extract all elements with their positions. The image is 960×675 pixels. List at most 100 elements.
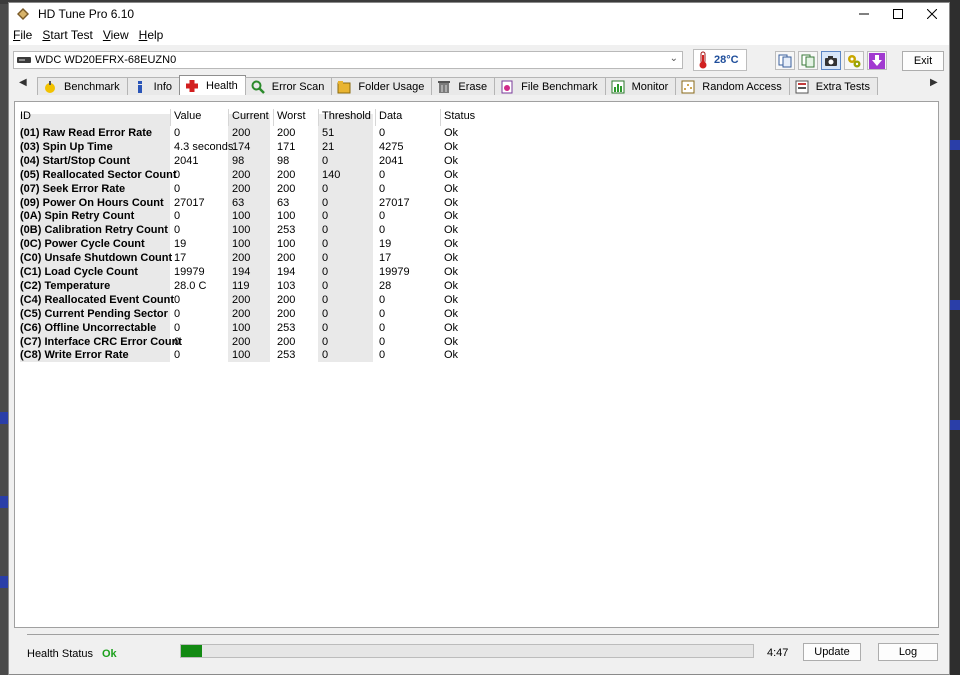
table-row[interactable]: (C4) Reallocated Event Count 0 200 200 0 0 Ok (15, 293, 575, 307)
cell-worst: 200 (277, 182, 296, 195)
cell-status: Ok (444, 154, 459, 167)
copy-all-button[interactable] (798, 51, 818, 70)
tab-erase[interactable]: Erase (431, 77, 496, 95)
cell-threshold: 0 (322, 293, 329, 306)
error-scan-icon (251, 80, 265, 94)
close-icon (927, 9, 937, 19)
desktop-background (0, 412, 8, 424)
tab-scroll-right-icon[interactable]: ▶ (930, 77, 938, 88)
options-button[interactable] (844, 51, 864, 70)
cell-data: 0 (379, 335, 386, 348)
cell-id: (05) Reallocated Sector Count (20, 168, 177, 181)
menu-file[interactable]: File (13, 28, 38, 42)
tab-label: Monitor (631, 80, 669, 93)
status-separator (27, 634, 939, 635)
copy-text-button[interactable] (775, 51, 795, 70)
cell-threshold: 21 (322, 140, 335, 153)
tab-scroll-left-icon[interactable]: ◀ (19, 77, 27, 88)
column-header-data[interactable]: Data (379, 110, 402, 122)
title-bar[interactable]: HD Tune Pro 6.10 (9, 3, 949, 25)
tab-file-benchmark[interactable]: File Benchmark (494, 77, 606, 95)
table-row[interactable]: (0B) Calibration Retry Count 0 100 253 0 0 Ok (15, 223, 575, 237)
cell-current: 100 (232, 321, 251, 334)
cell-id: (C1) Load Cycle Count (20, 266, 138, 278)
menu-help[interactable]: Help (139, 28, 170, 42)
cell-worst: 200 (277, 168, 296, 181)
tab-monitor[interactable]: Monitor (604, 77, 677, 95)
column-header-worst[interactable]: Worst (277, 110, 306, 122)
screenshot-button[interactable] (821, 51, 841, 70)
cell-status: Ok (444, 293, 459, 306)
cell-threshold: 0 (322, 307, 329, 320)
tab-extra-tests[interactable]: Extra Tests (788, 77, 878, 95)
column-header-value[interactable]: Value (174, 110, 201, 122)
column-header-threshold[interactable]: Threshold (322, 110, 371, 122)
tab-random-access[interactable]: Random Access (675, 77, 790, 95)
desktop-background (950, 0, 960, 675)
cell-current: 200 (232, 293, 251, 306)
cell-threshold: 0 (322, 238, 329, 251)
cell-status: Ok (444, 266, 459, 278)
cell-threshold: 0 (322, 252, 329, 265)
drive-select[interactable]: WDC WD20EFRX-68EUZN0 ⌄ (13, 51, 683, 69)
cell-threshold: 0 (322, 279, 329, 292)
progress-fill (181, 645, 203, 657)
close-button[interactable] (915, 3, 949, 25)
progress-bar (180, 644, 754, 658)
save-download-icon (869, 52, 885, 69)
table-row[interactable]: (09) Power On Hours Count 27017 63 63 0 27017… (15, 196, 575, 210)
cell-value: 0 (174, 224, 181, 237)
table-row[interactable]: (C1) Load Cycle Count 19979 194 194 0 19979 Ok (15, 265, 575, 279)
table-row[interactable]: (03) Spin Up Time 4.3 seconds 174 171 21 4275… (15, 140, 575, 154)
cell-id: (03) Spin Up Time (20, 140, 113, 153)
cell-data: 28 (379, 279, 392, 292)
exit-button[interactable]: Exit (902, 51, 944, 71)
table-row[interactable]: (0A) Spin Retry Count 0 100 100 0 0 Ok (15, 209, 575, 223)
maximize-icon (893, 9, 903, 19)
camera-icon (825, 55, 837, 66)
table-row[interactable]: (C7) Interface CRC Error Count 0 200 200 0 0 O… (15, 335, 575, 349)
table-row[interactable]: (C8) Write Error Rate 0 100 253 0 0 Ok (15, 348, 575, 362)
cell-current: 174 (232, 140, 251, 153)
table-row[interactable]: (C5) Current Pending Sector 0 200 200 0 0 Ok (15, 307, 575, 321)
tab-health[interactable]: Health (179, 75, 246, 95)
table-row[interactable]: (01) Raw Read Error Rate 0 200 200 51 0 Ok (15, 126, 575, 140)
cell-id: (C8) Write Error Rate (20, 349, 129, 362)
column-header-current[interactable]: Current (232, 110, 269, 122)
maximize-button[interactable] (881, 3, 915, 25)
table-row[interactable]: (07) Seek Error Rate 0 200 200 0 0 Ok (15, 182, 575, 196)
column-header-status[interactable]: Status (444, 110, 475, 122)
tab-info[interactable]: Info (126, 77, 180, 95)
menu-view[interactable]: View (103, 28, 135, 42)
table-row[interactable]: (05) Reallocated Sector Count 0 200 200 140 0… (15, 168, 575, 182)
cell-value: 0 (174, 335, 181, 348)
menu-start-test[interactable]: Start Test (42, 28, 98, 42)
save-button[interactable] (867, 51, 887, 70)
hard-drive-icon (17, 57, 31, 63)
update-button-label: Update (814, 646, 850, 658)
cell-current: 100 (232, 349, 251, 362)
table-row[interactable]: (C2) Temperature 28.0 C 119 103 0 28 Ok (15, 279, 575, 293)
temperature-display: 28°C (693, 49, 747, 71)
cell-threshold: 0 (322, 196, 329, 209)
window-title: HD Tune Pro 6.10 (38, 7, 135, 21)
tab-benchmark[interactable]: Benchmark (37, 77, 128, 95)
cell-worst: 200 (277, 293, 296, 306)
tab-label: Folder Usage (358, 80, 425, 93)
exit-button-label: Exit (913, 55, 933, 67)
table-row[interactable]: (0C) Power Cycle Count 19 100 100 0 19 Ok (15, 237, 575, 251)
tab-error-scan[interactable]: Error Scan (244, 77, 333, 95)
cell-data: 0 (379, 224, 386, 237)
minimize-button[interactable] (847, 3, 881, 25)
table-row[interactable]: (04) Start/Stop Count 2041 98 98 0 2041 Ok (15, 154, 575, 168)
table-row[interactable]: (C6) Offline Uncorrectable 0 100 253 0 0 Ok (15, 321, 575, 335)
log-button[interactable]: Log (878, 643, 938, 661)
table-row[interactable]: (C0) Unsafe Shutdown Count 17 200 200 0 17 Ok (15, 251, 575, 265)
update-button[interactable]: Update (803, 643, 861, 661)
column-header-id[interactable]: ID (20, 110, 31, 122)
cell-data: 0 (379, 349, 386, 362)
cell-value: 0 (174, 321, 181, 334)
tab-folder-usage[interactable]: Folder Usage (331, 77, 433, 95)
cell-current: 194 (232, 266, 251, 278)
cell-value: 19979 (174, 266, 205, 278)
